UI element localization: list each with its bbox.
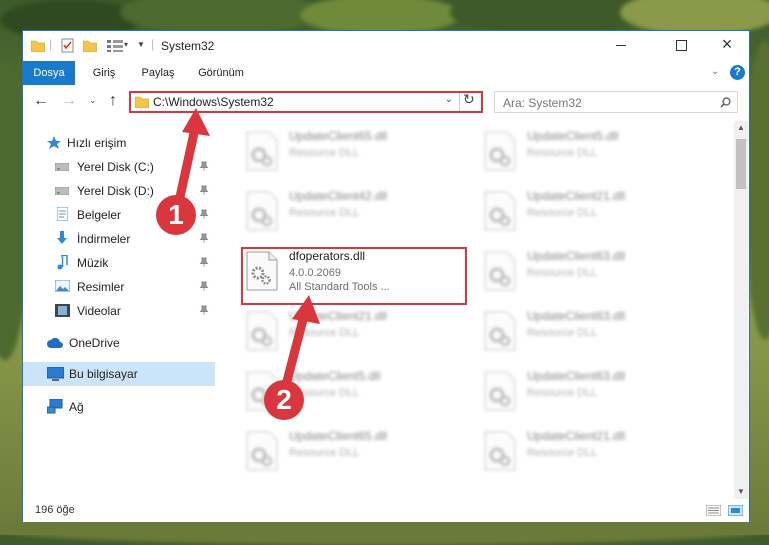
annotation-overlay: [173, 108, 320, 390]
step-2-badge: 2: [264, 380, 304, 420]
annotation-arrow-1: [173, 108, 210, 211]
annotation-arrow-2: [281, 295, 320, 390]
step-1-badge: 1: [156, 195, 196, 235]
